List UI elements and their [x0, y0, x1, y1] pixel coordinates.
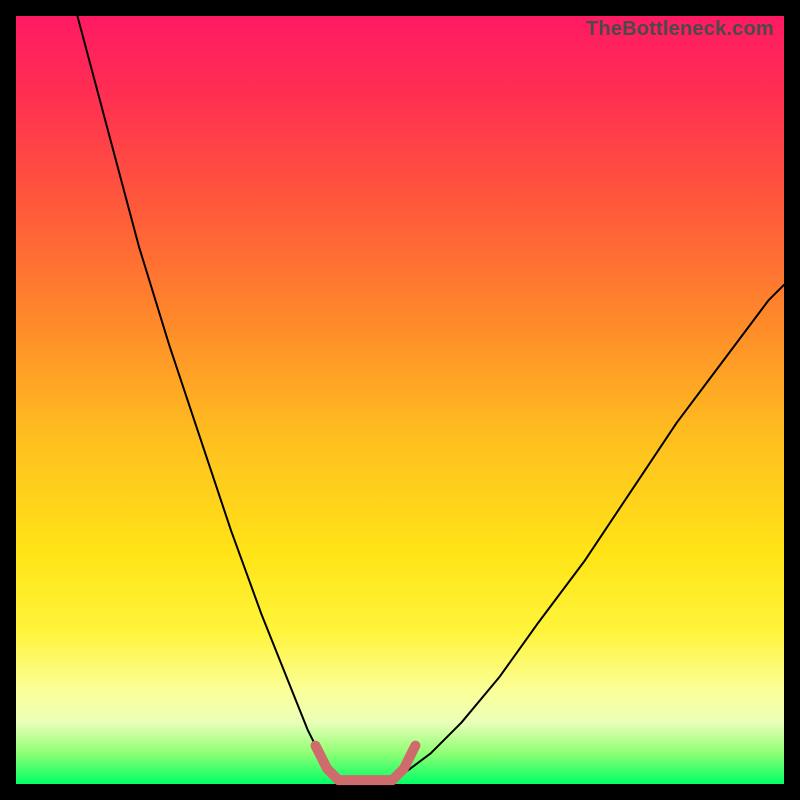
series-left-curve	[77, 16, 338, 776]
chart-container: TheBottleneck.com	[0, 0, 800, 800]
series-bottom-bracket	[316, 746, 416, 781]
chart-svg	[16, 16, 784, 784]
watermark-text: TheBottleneck.com	[586, 18, 774, 41]
plot-area: TheBottleneck.com	[16, 16, 784, 784]
series-layer	[77, 16, 784, 780]
series-right-curve	[400, 285, 784, 777]
